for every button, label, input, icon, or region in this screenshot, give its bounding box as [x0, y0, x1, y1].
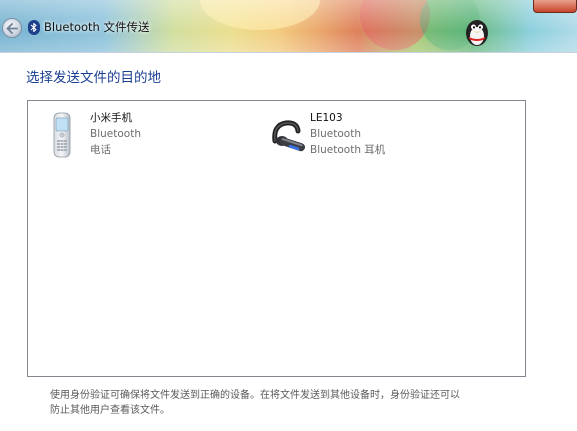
back-button[interactable]	[2, 18, 22, 38]
device-item-headset[interactable]: LE103 Bluetooth Bluetooth 耳机	[270, 111, 470, 167]
authentication-note: 使用身份验证可确保将文件发送到正确的设备。在将文件发送到其他设备时，身份验证还可…	[50, 388, 500, 418]
back-arrow-icon	[6, 23, 18, 34]
bluetooth-headset-icon	[272, 120, 306, 152]
device-name: LE103	[310, 112, 343, 124]
device-category: Bluetooth 耳机	[310, 144, 386, 156]
content-area: 选择发送文件的目的地 小米手机 Bluetooth 电话 LE103 Bluet…	[0, 52, 577, 431]
device-category: 电话	[90, 144, 111, 156]
page-heading: 选择发送文件的目的地	[26, 70, 161, 86]
mobile-phone-icon	[53, 112, 71, 158]
authentication-note-line: 防止其他用户查看该文件。	[50, 405, 170, 416]
device-item-phone[interactable]: 小米手机 Bluetooth 电话	[50, 111, 250, 167]
window-title: Bluetooth 文件传送	[44, 20, 150, 34]
authentication-note-line: 使用身份验证可确保将文件发送到正确的设备。在将文件发送到其他设备时，身份验证还可…	[50, 390, 460, 401]
penguin-wallpaper-icon	[466, 20, 488, 46]
device-type: Bluetooth	[90, 128, 141, 140]
window-titlebar: Bluetooth 文件传送	[0, 0, 577, 52]
close-button[interactable]	[533, 0, 577, 13]
bluetooth-icon	[28, 20, 40, 35]
device-name: 小米手机	[90, 112, 132, 124]
device-list[interactable]: 小米手机 Bluetooth 电话 LE103 Bluetooth Blueto…	[27, 100, 526, 377]
device-type: Bluetooth	[310, 128, 361, 140]
